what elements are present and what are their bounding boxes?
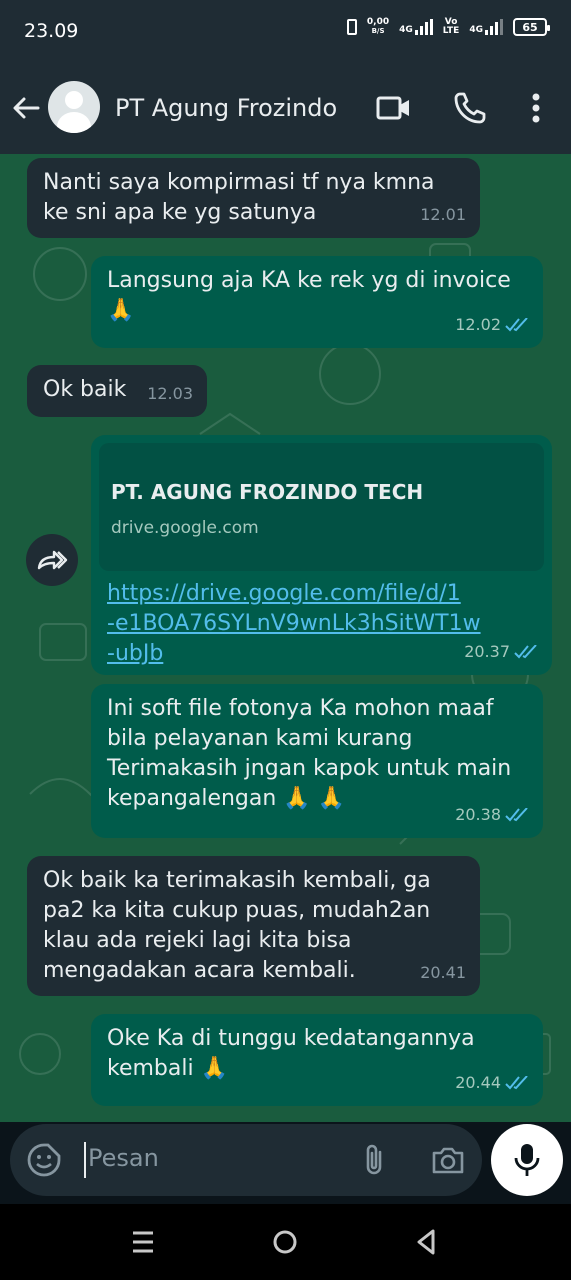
video-call-icon[interactable] (375, 90, 411, 126)
message-bubble-incoming[interactable]: Ok baik ka terimakasih kembali, ga pa2 k… (27, 856, 480, 996)
link-preview-domain: drive.google.com (111, 518, 259, 538)
forward-icon (37, 550, 68, 570)
message-time: 20.41 (420, 963, 466, 982)
message-bubble-outgoing-link[interactable]: PT. AGUNG FROZINDO TECH drive.google.com… (91, 435, 552, 675)
status-icons: 0,00 B/S 4G Vo LTE 4G 65 (346, 17, 550, 36)
message-bubble-outgoing[interactable]: Langsung aja KA ke rek yg di invoice 🙏 1… (91, 256, 543, 348)
back-arrow-icon[interactable] (10, 92, 42, 124)
double-check-read-icon (505, 1076, 528, 1090)
more-vert-icon[interactable] (518, 90, 554, 126)
status-time: 23.09 (24, 20, 79, 42)
status-bar: 23.09 0,00 B/S 4G Vo LTE 4G 65 (0, 0, 571, 66)
double-check-read-icon (505, 318, 528, 332)
home-icon[interactable] (269, 1226, 301, 1258)
net-speed: 0,00 B/S (366, 17, 390, 36)
message-time: 12.03 (147, 384, 193, 403)
mic-icon (514, 1144, 540, 1176)
phone-icon[interactable] (452, 90, 488, 126)
text-cursor (84, 1142, 86, 1178)
message-input-placeholder: Pesan (88, 1144, 159, 1172)
composer-bar: Pesan (0, 1122, 571, 1204)
message-bubble-incoming[interactable]: Ok baik 12.03 (27, 365, 207, 417)
signal-bars-icon (485, 19, 503, 35)
sim1-signal: 4G (399, 19, 433, 35)
camera-icon[interactable] (430, 1142, 466, 1178)
back-nav-icon[interactable] (411, 1226, 443, 1258)
sim2-signal: 4G (469, 19, 503, 35)
message-time: 20.38 (455, 805, 501, 824)
message-time: 20.44 (455, 1073, 501, 1092)
mic-button[interactable] (491, 1124, 563, 1196)
double-check-read-icon (505, 808, 528, 822)
chat-header: PT Agung Frozindo (0, 66, 571, 154)
message-time: 20.37 (464, 642, 510, 661)
battery-icon: 65 (513, 18, 550, 36)
message-time: 12.01 (420, 205, 466, 224)
message-bubble-incoming[interactable]: Nanti saya kompirmasi tf nya kmna ke sni… (27, 158, 480, 238)
link-preview-title: PT. AGUNG FROZINDO TECH (111, 480, 424, 504)
volte-icon: Vo LTE (442, 17, 460, 36)
system-nav-bar (0, 1204, 571, 1280)
avatar[interactable] (48, 81, 100, 133)
vibrate-icon (346, 19, 357, 35)
contact-name[interactable]: PT Agung Frozindo (115, 94, 337, 122)
chat-area[interactable]: Nanti saya kompirmasi tf nya kmna ke sni… (0, 154, 571, 1122)
double-check-read-icon (514, 645, 537, 659)
message-link[interactable]: https://drive.google.com/file/d/1 -e1BOA… (107, 579, 481, 669)
signal-bars-icon (414, 19, 433, 35)
emoji-sticker-icon[interactable] (26, 1142, 62, 1178)
message-time: 12.02 (455, 315, 501, 334)
link-preview-card[interactable]: PT. AGUNG FROZINDO TECH drive.google.com (99, 443, 544, 571)
recent-apps-icon[interactable] (127, 1226, 159, 1258)
message-bubble-outgoing[interactable]: Ini soft file fotonya Ka mohon maaf bila… (91, 684, 543, 838)
message-input[interactable]: Pesan (10, 1124, 482, 1196)
message-bubble-outgoing[interactable]: Oke Ka di tunggu kedatangannya kembali 🙏… (91, 1014, 543, 1106)
attach-icon[interactable] (356, 1142, 392, 1178)
forward-button[interactable] (26, 534, 78, 586)
